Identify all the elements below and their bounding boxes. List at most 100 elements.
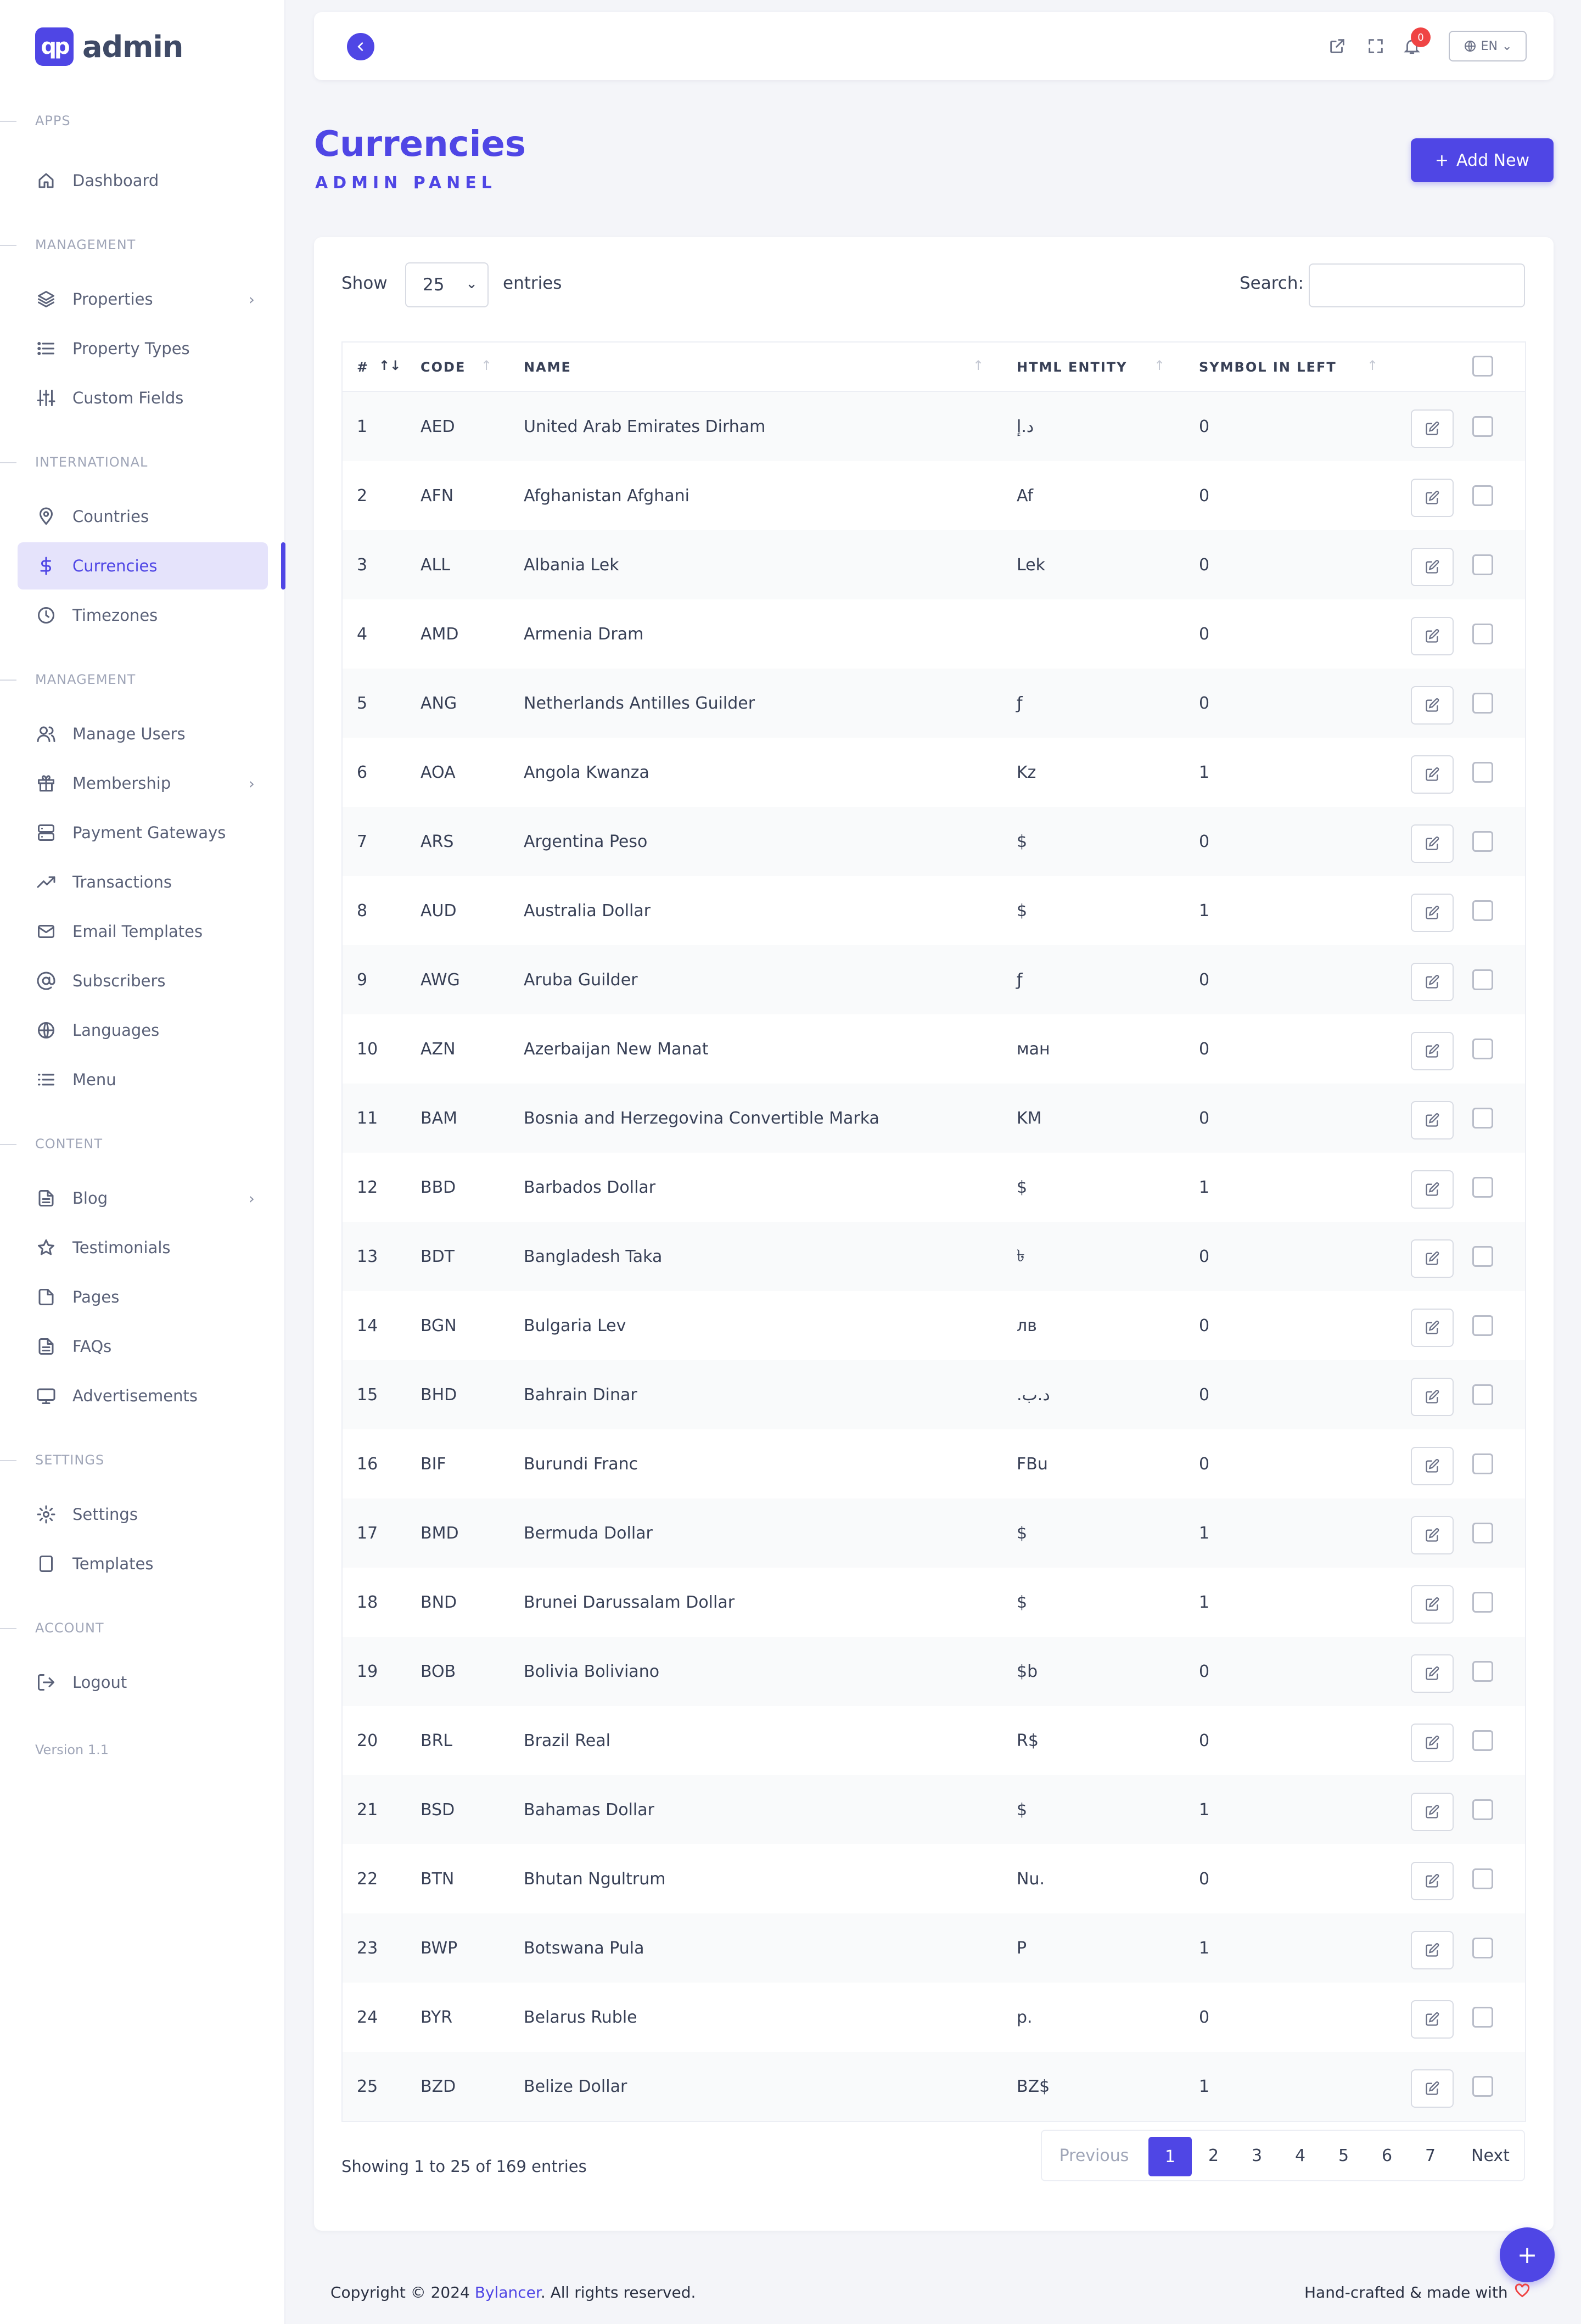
edit-button[interactable] bbox=[1411, 755, 1454, 794]
sidebar-item-dashboard[interactable]: Dashboard bbox=[18, 157, 268, 204]
sidebar-item-faqs[interactable]: FAQs bbox=[18, 1323, 268, 1370]
edit-button[interactable] bbox=[1411, 479, 1454, 517]
sidebar-item-membership[interactable]: Membership › bbox=[18, 760, 268, 807]
edit-button[interactable] bbox=[1411, 686, 1454, 725]
fullscreen-icon[interactable] bbox=[1364, 34, 1388, 58]
pagination-page[interactable]: 5 bbox=[1322, 2131, 1365, 2180]
sidebar-item-logout[interactable]: Logout bbox=[18, 1659, 268, 1706]
pagination-previous[interactable]: Previous bbox=[1042, 2131, 1146, 2180]
row-checkbox[interactable] bbox=[1472, 762, 1493, 783]
row-checkbox[interactable] bbox=[1472, 831, 1493, 852]
edit-button[interactable] bbox=[1411, 1309, 1454, 1347]
edit-button[interactable] bbox=[1411, 1931, 1454, 1969]
sidebar-item-pages[interactable]: Pages bbox=[18, 1273, 268, 1321]
edit-button[interactable] bbox=[1411, 824, 1454, 863]
sidebar-item-templates[interactable]: Templates bbox=[18, 1540, 268, 1587]
add-new-button[interactable]: + Add New bbox=[1411, 138, 1554, 182]
edit-button[interactable] bbox=[1411, 894, 1454, 932]
sidebar-item-properties[interactable]: Properties › bbox=[18, 276, 268, 323]
row-checkbox[interactable] bbox=[1472, 1038, 1493, 1059]
sort-icon[interactable]: ↑ bbox=[1367, 358, 1378, 373]
select-all-checkbox[interactable] bbox=[1472, 356, 1493, 377]
pagination-page[interactable]: 4 bbox=[1279, 2131, 1322, 2180]
sidebar-item-menu[interactable]: Menu bbox=[18, 1056, 268, 1103]
edit-button[interactable] bbox=[1411, 963, 1454, 1001]
column-header-code[interactable]: CODE bbox=[421, 343, 466, 392]
sidebar-item-manage-users[interactable]: Manage Users bbox=[18, 710, 268, 757]
row-checkbox[interactable] bbox=[1472, 1799, 1493, 1820]
edit-button[interactable] bbox=[1411, 1239, 1454, 1278]
column-header-number[interactable]: # bbox=[357, 343, 369, 392]
pagination-page[interactable]: 6 bbox=[1365, 2131, 1409, 2180]
sidebar-item-timezones[interactable]: Timezones bbox=[18, 592, 268, 639]
sidebar-item-languages[interactable]: Languages bbox=[18, 1007, 268, 1054]
row-checkbox[interactable] bbox=[1472, 1315, 1493, 1336]
page-length-select[interactable]: 25 ⌄ bbox=[405, 262, 489, 307]
sidebar-item-blog[interactable]: Blog › bbox=[18, 1175, 268, 1222]
pagination-page[interactable]: 1 bbox=[1148, 2137, 1192, 2176]
row-checkbox[interactable] bbox=[1472, 1868, 1493, 1889]
sort-icon[interactable]: ↑ bbox=[481, 358, 492, 373]
row-checkbox[interactable] bbox=[1472, 2076, 1493, 2097]
sidebar-item-transactions[interactable]: Transactions bbox=[18, 858, 268, 906]
row-checkbox[interactable] bbox=[1472, 1938, 1493, 1958]
row-checkbox[interactable] bbox=[1472, 1177, 1493, 1198]
sidebar-item-payment-gateways[interactable]: Payment Gateways bbox=[18, 809, 268, 856]
sidebar-item-subscribers[interactable]: Subscribers bbox=[18, 957, 268, 1004]
sidebar-item-countries[interactable]: Countries bbox=[18, 493, 268, 540]
row-checkbox[interactable] bbox=[1472, 1384, 1493, 1405]
sort-asc-icon[interactable]: ↑↓ bbox=[379, 358, 401, 373]
row-checkbox[interactable] bbox=[1472, 1246, 1493, 1267]
sidebar-item-settings[interactable]: Settings bbox=[18, 1491, 268, 1538]
edit-button[interactable] bbox=[1411, 1862, 1454, 1900]
row-checkbox[interactable] bbox=[1472, 485, 1493, 506]
row-checkbox[interactable] bbox=[1472, 416, 1493, 437]
brand[interactable]: qp admin bbox=[35, 27, 183, 66]
row-checkbox[interactable] bbox=[1472, 554, 1493, 575]
pagination-page[interactable]: 3 bbox=[1235, 2131, 1279, 2180]
sidebar-item-email-templates[interactable]: Email Templates bbox=[18, 908, 268, 955]
column-header-name[interactable]: NAME bbox=[524, 343, 571, 392]
external-link-icon[interactable] bbox=[1325, 34, 1349, 58]
edit-button[interactable] bbox=[1411, 548, 1454, 586]
search-input[interactable] bbox=[1309, 263, 1525, 307]
edit-button[interactable] bbox=[1411, 1516, 1454, 1554]
company-link[interactable]: Bylancer bbox=[475, 2283, 541, 2301]
pagination-page[interactable]: 2 bbox=[1192, 2131, 1235, 2180]
column-header-html-entity[interactable]: HTML ENTITY bbox=[1017, 343, 1128, 392]
edit-button[interactable] bbox=[1411, 1793, 1454, 1831]
sort-icon[interactable]: ↑ bbox=[1154, 358, 1165, 373]
sidebar-item-testimonials[interactable]: Testimonials bbox=[18, 1224, 268, 1271]
pagination-page[interactable]: 7 bbox=[1409, 2131, 1452, 2180]
collapse-sidebar-button[interactable] bbox=[347, 33, 374, 60]
edit-button[interactable] bbox=[1411, 1447, 1454, 1485]
row-checkbox[interactable] bbox=[1472, 1108, 1493, 1129]
sidebar-item-custom-fields[interactable]: Custom Fields bbox=[18, 374, 268, 422]
edit-button[interactable] bbox=[1411, 617, 1454, 655]
column-header-symbol-in-left[interactable]: SYMBOL IN LEFT bbox=[1199, 343, 1337, 392]
row-checkbox[interactable] bbox=[1472, 1661, 1493, 1682]
sort-icon[interactable]: ↑ bbox=[973, 358, 984, 373]
row-checkbox[interactable] bbox=[1472, 900, 1493, 921]
sidebar-item-advertisements[interactable]: Advertisements bbox=[18, 1372, 268, 1419]
language-selector[interactable]: EN ⌄ bbox=[1449, 31, 1527, 61]
pagination-next[interactable]: Next bbox=[1455, 2131, 1526, 2180]
edit-button[interactable] bbox=[1411, 1724, 1454, 1762]
edit-button[interactable] bbox=[1411, 1378, 1454, 1416]
row-checkbox[interactable] bbox=[1472, 1523, 1493, 1543]
row-checkbox[interactable] bbox=[1472, 1730, 1493, 1751]
edit-button[interactable] bbox=[1411, 1654, 1454, 1693]
edit-button[interactable] bbox=[1411, 2000, 1454, 2039]
sidebar-item-property-types[interactable]: Property Types bbox=[18, 325, 268, 372]
edit-button[interactable] bbox=[1411, 2069, 1454, 2108]
row-checkbox[interactable] bbox=[1472, 693, 1493, 714]
edit-button[interactable] bbox=[1411, 1585, 1454, 1624]
edit-button[interactable] bbox=[1411, 409, 1454, 448]
row-checkbox[interactable] bbox=[1472, 624, 1493, 644]
edit-button[interactable] bbox=[1411, 1170, 1454, 1209]
edit-button[interactable] bbox=[1411, 1032, 1454, 1070]
sidebar-item-currencies[interactable]: Currencies bbox=[18, 542, 268, 590]
edit-button[interactable] bbox=[1411, 1101, 1454, 1139]
floating-add-button[interactable]: + bbox=[1500, 2227, 1555, 2282]
row-checkbox[interactable] bbox=[1472, 1592, 1493, 1613]
